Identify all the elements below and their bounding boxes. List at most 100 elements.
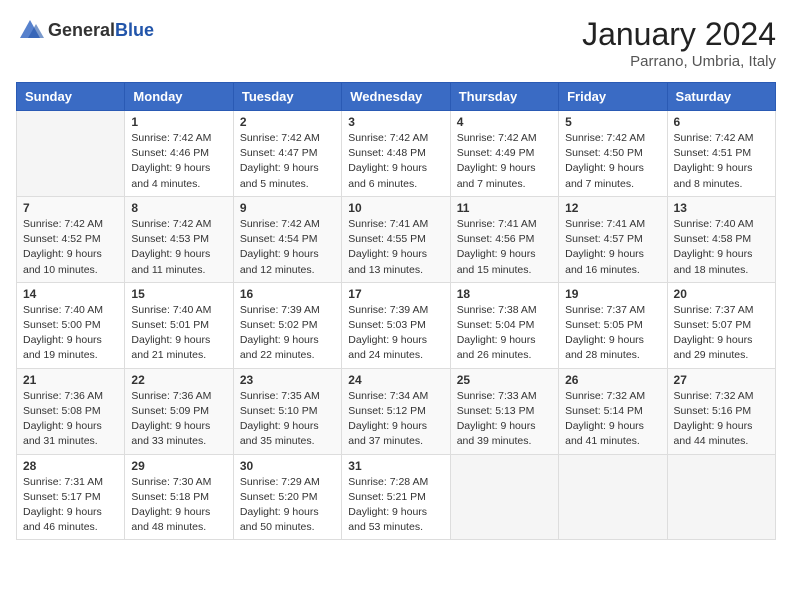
day-info: Sunrise: 7:29 AMSunset: 5:20 PMDaylight:…	[240, 475, 335, 536]
day-info: Sunrise: 7:42 AMSunset: 4:49 PMDaylight:…	[457, 131, 552, 192]
calendar-cell	[667, 454, 775, 540]
day-number: 29	[131, 459, 226, 473]
calendar-cell: 20 Sunrise: 7:37 AMSunset: 5:07 PMDayligh…	[667, 282, 775, 368]
calendar-week-row: 28 Sunrise: 7:31 AMSunset: 5:17 PMDayligh…	[17, 454, 776, 540]
day-info: Sunrise: 7:39 AMSunset: 5:02 PMDaylight:…	[240, 303, 335, 364]
logo-icon	[16, 16, 44, 44]
calendar-cell: 17 Sunrise: 7:39 AMSunset: 5:03 PMDayligh…	[342, 282, 450, 368]
day-number: 9	[240, 201, 335, 215]
calendar-week-row: 7 Sunrise: 7:42 AMSunset: 4:52 PMDaylight…	[17, 196, 776, 282]
day-number: 2	[240, 115, 335, 129]
calendar-cell: 9 Sunrise: 7:42 AMSunset: 4:54 PMDaylight…	[233, 196, 341, 282]
day-info: Sunrise: 7:42 AMSunset: 4:48 PMDaylight:…	[348, 131, 443, 192]
day-number: 7	[23, 201, 118, 215]
day-number: 8	[131, 201, 226, 215]
day-number: 3	[348, 115, 443, 129]
day-number: 5	[565, 115, 660, 129]
calendar-cell: 23 Sunrise: 7:35 AMSunset: 5:10 PMDayligh…	[233, 368, 341, 454]
day-number: 11	[457, 201, 552, 215]
weekday-header-wednesday: Wednesday	[342, 83, 450, 111]
calendar-cell: 12Sunrise: 7:41 AMSunset: 4:57 PMDayligh…	[559, 196, 667, 282]
calendar-cell: 21Sunrise: 7:36 AMSunset: 5:08 PMDayligh…	[17, 368, 125, 454]
weekday-header-saturday: Saturday	[667, 83, 775, 111]
logo-text: GeneralBlue	[48, 20, 154, 41]
day-info: Sunrise: 7:42 AMSunset: 4:53 PMDaylight:…	[131, 217, 226, 278]
calendar-cell: 29 Sunrise: 7:30 AMSunset: 5:18 PMDayligh…	[125, 454, 233, 540]
calendar-cell: 2 Sunrise: 7:42 AMSunset: 4:47 PMDaylight…	[233, 111, 341, 197]
day-info: Sunrise: 7:38 AMSunset: 5:04 PMDaylight:…	[457, 303, 552, 364]
calendar-cell	[450, 454, 558, 540]
day-info: Sunrise: 7:41 AMSunset: 4:57 PMDaylight:…	[565, 217, 660, 278]
day-number: 6	[674, 115, 769, 129]
day-number: 26	[565, 373, 660, 387]
calendar-cell: 11Sunrise: 7:41 AMSunset: 4:56 PMDayligh…	[450, 196, 558, 282]
day-info: Sunrise: 7:33 AMSunset: 5:13 PMDaylight:…	[457, 389, 552, 450]
calendar-cell: 6Sunrise: 7:42 AMSunset: 4:51 PMDaylight…	[667, 111, 775, 197]
day-info: Sunrise: 7:42 AMSunset: 4:50 PMDaylight:…	[565, 131, 660, 192]
day-number: 17	[348, 287, 443, 301]
calendar-cell: 22 Sunrise: 7:36 AMSunset: 5:09 PMDayligh…	[125, 368, 233, 454]
day-number: 21	[23, 373, 118, 387]
calendar-cell: 31 Sunrise: 7:28 AMSunset: 5:21 PMDayligh…	[342, 454, 450, 540]
weekday-header-tuesday: Tuesday	[233, 83, 341, 111]
day-number: 14	[23, 287, 118, 301]
calendar-table: SundayMondayTuesdayWednesdayThursdayFrid…	[16, 82, 776, 540]
location-title: Parrano, Umbria, Italy	[582, 53, 776, 70]
day-number: 16	[240, 287, 335, 301]
day-number: 10	[348, 201, 443, 215]
month-title: January 2024	[582, 16, 776, 53]
day-info: Sunrise: 7:40 AMSunset: 5:01 PMDaylight:…	[131, 303, 226, 364]
calendar-week-row: 1Sunrise: 7:42 AMSunset: 4:46 PMDaylight…	[17, 111, 776, 197]
day-number: 27	[674, 373, 769, 387]
calendar-cell: 24 Sunrise: 7:34 AMSunset: 5:12 PMDayligh…	[342, 368, 450, 454]
calendar-week-row: 21Sunrise: 7:36 AMSunset: 5:08 PMDayligh…	[17, 368, 776, 454]
day-number: 13	[674, 201, 769, 215]
day-info: Sunrise: 7:42 AMSunset: 4:47 PMDaylight:…	[240, 131, 335, 192]
day-info: Sunrise: 7:42 AMSunset: 4:52 PMDaylight:…	[23, 217, 118, 278]
calendar-cell: 8 Sunrise: 7:42 AMSunset: 4:53 PMDaylight…	[125, 196, 233, 282]
day-number: 23	[240, 373, 335, 387]
day-info: Sunrise: 7:40 AMSunset: 4:58 PMDaylight:…	[674, 217, 769, 278]
day-info: Sunrise: 7:37 AMSunset: 5:07 PMDaylight:…	[674, 303, 769, 364]
day-info: Sunrise: 7:32 AMSunset: 5:16 PMDaylight:…	[674, 389, 769, 450]
title-area: January 2024 Parrano, Umbria, Italy	[582, 16, 776, 70]
day-info: Sunrise: 7:32 AMSunset: 5:14 PMDaylight:…	[565, 389, 660, 450]
calendar-cell: 15Sunrise: 7:40 AMSunset: 5:01 PMDayligh…	[125, 282, 233, 368]
day-info: Sunrise: 7:42 AMSunset: 4:46 PMDaylight:…	[131, 131, 226, 192]
calendar-cell: 14 Sunrise: 7:40 AMSunset: 5:00 PMDayligh…	[17, 282, 125, 368]
day-number: 19	[565, 287, 660, 301]
logo-blue: Blue	[115, 20, 154, 40]
day-info: Sunrise: 7:36 AMSunset: 5:09 PMDaylight:…	[131, 389, 226, 450]
day-info: Sunrise: 7:37 AMSunset: 5:05 PMDaylight:…	[565, 303, 660, 364]
weekday-header-sunday: Sunday	[17, 83, 125, 111]
day-info: Sunrise: 7:35 AMSunset: 5:10 PMDaylight:…	[240, 389, 335, 450]
day-info: Sunrise: 7:40 AMSunset: 5:00 PMDaylight:…	[23, 303, 118, 364]
calendar-cell: 16 Sunrise: 7:39 AMSunset: 5:02 PMDayligh…	[233, 282, 341, 368]
calendar-cell	[559, 454, 667, 540]
calendar-cell: 1Sunrise: 7:42 AMSunset: 4:46 PMDaylight…	[125, 111, 233, 197]
weekday-header-monday: Monday	[125, 83, 233, 111]
day-number: 28	[23, 459, 118, 473]
day-info: Sunrise: 7:31 AMSunset: 5:17 PMDaylight:…	[23, 475, 118, 536]
calendar-cell: 13 Sunrise: 7:40 AMSunset: 4:58 PMDayligh…	[667, 196, 775, 282]
weekday-header-friday: Friday	[559, 83, 667, 111]
calendar-cell: 4Sunrise: 7:42 AMSunset: 4:49 PMDaylight…	[450, 111, 558, 197]
calendar-cell: 7 Sunrise: 7:42 AMSunset: 4:52 PMDaylight…	[17, 196, 125, 282]
day-info: Sunrise: 7:28 AMSunset: 5:21 PMDaylight:…	[348, 475, 443, 536]
day-info: Sunrise: 7:42 AMSunset: 4:54 PMDaylight:…	[240, 217, 335, 278]
day-info: Sunrise: 7:39 AMSunset: 5:03 PMDaylight:…	[348, 303, 443, 364]
logo-general: General	[48, 20, 115, 40]
calendar-cell: 3 Sunrise: 7:42 AMSunset: 4:48 PMDaylight…	[342, 111, 450, 197]
day-number: 30	[240, 459, 335, 473]
day-info: Sunrise: 7:41 AMSunset: 4:55 PMDaylight:…	[348, 217, 443, 278]
day-number: 20	[674, 287, 769, 301]
day-info: Sunrise: 7:34 AMSunset: 5:12 PMDaylight:…	[348, 389, 443, 450]
calendar-week-row: 14 Sunrise: 7:40 AMSunset: 5:00 PMDayligh…	[17, 282, 776, 368]
day-number: 24	[348, 373, 443, 387]
calendar-cell: 10 Sunrise: 7:41 AMSunset: 4:55 PMDayligh…	[342, 196, 450, 282]
day-info: Sunrise: 7:30 AMSunset: 5:18 PMDaylight:…	[131, 475, 226, 536]
calendar-cell: 25Sunrise: 7:33 AMSunset: 5:13 PMDayligh…	[450, 368, 558, 454]
logo: GeneralBlue	[16, 16, 154, 44]
day-number: 31	[348, 459, 443, 473]
day-number: 22	[131, 373, 226, 387]
